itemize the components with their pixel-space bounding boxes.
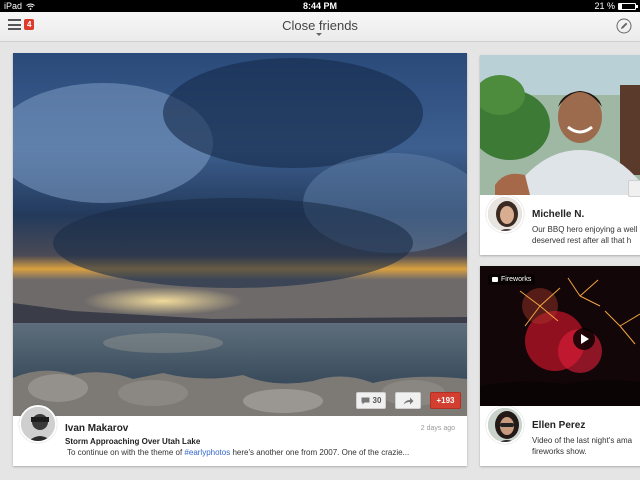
post-text: Our BBQ hero enjoying a well deserved re… bbox=[532, 225, 638, 245]
post-author[interactable]: Michelle N. bbox=[532, 209, 584, 220]
comment-count: 30 bbox=[372, 396, 382, 405]
video-title: Fireworks bbox=[501, 276, 532, 283]
avatar[interactable] bbox=[486, 195, 524, 233]
status-bar: iPad 8:44 PM 21 % bbox=[0, 0, 640, 12]
pencil-icon[interactable] bbox=[616, 18, 632, 34]
status-right: 21 % bbox=[594, 0, 638, 12]
video-label: Fireworks bbox=[488, 274, 536, 285]
post-card-main[interactable]: 30 +193 Ivan Makarov 2 days ago Storm Ap… bbox=[13, 53, 467, 466]
avatar-image bbox=[488, 408, 522, 442]
battery-fill bbox=[619, 3, 623, 9]
post-photo-bbq[interactable] bbox=[480, 55, 640, 195]
avatar-image bbox=[21, 407, 55, 441]
status-time: 8:44 PM bbox=[302, 1, 337, 11]
chevron-down-icon[interactable] bbox=[316, 33, 322, 36]
youtube-icon bbox=[492, 277, 498, 282]
post-text-before: To continue on with the theme of bbox=[67, 448, 183, 457]
avatar[interactable] bbox=[19, 405, 57, 443]
battery-percent: 21 % bbox=[594, 1, 615, 11]
comment-button[interactable]: 30 bbox=[356, 392, 386, 409]
post-timestamp: 2 days ago bbox=[420, 425, 455, 432]
share-button[interactable] bbox=[628, 180, 640, 197]
share-button[interactable] bbox=[395, 392, 421, 409]
post-photo-storm[interactable] bbox=[13, 53, 467, 416]
post-author[interactable]: Ivan Makarov bbox=[65, 423, 128, 434]
post-text: Video of the last night's ama fireworks … bbox=[532, 436, 633, 456]
post-card-ellen[interactable]: Fireworks Ellen Perez Video of the last … bbox=[480, 266, 640, 466]
video-thumbnail-fireworks[interactable] bbox=[480, 266, 640, 406]
comment-icon bbox=[361, 397, 370, 404]
avatar-image bbox=[488, 197, 522, 231]
play-icon[interactable] bbox=[573, 328, 595, 350]
post-text-after: here's another one from 2007. One of the… bbox=[232, 448, 410, 457]
stream-title[interactable]: Close friends bbox=[0, 18, 640, 33]
post-text: To continue on with the theme of #earlyp… bbox=[67, 448, 409, 457]
avatar[interactable] bbox=[486, 406, 524, 444]
plus-one-button[interactable]: +193 bbox=[430, 392, 461, 409]
battery-icon bbox=[618, 2, 638, 10]
post-title: Storm Approaching Over Utah Lake bbox=[65, 437, 201, 446]
post-card-michelle[interactable]: Michelle N. 2 Our BBQ hero enjoying a we… bbox=[480, 55, 640, 255]
post-author[interactable]: Ellen Perez bbox=[532, 420, 585, 431]
hashtag-link[interactable]: #earlyphotos bbox=[184, 448, 230, 457]
share-icon bbox=[403, 397, 413, 404]
app-header: 4 Close friends bbox=[0, 12, 640, 42]
